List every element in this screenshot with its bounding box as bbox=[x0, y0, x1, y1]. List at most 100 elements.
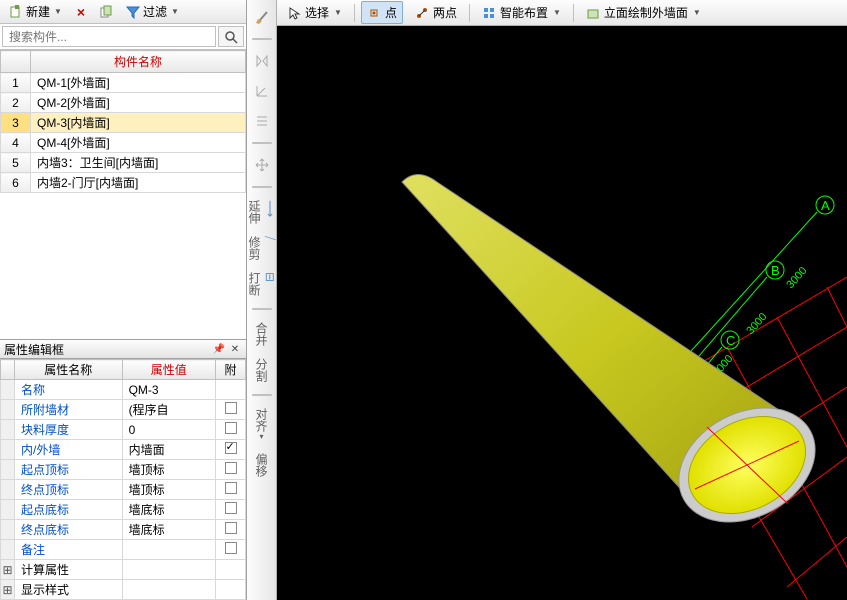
mirror-tool[interactable] bbox=[251, 50, 273, 72]
prop-name: 起点底标 bbox=[15, 500, 123, 520]
property-row[interactable]: 终点底标墙底标 bbox=[1, 520, 246, 540]
break-tool[interactable]: ⊟打断 bbox=[246, 270, 277, 298]
row-index: 1 bbox=[1, 73, 31, 93]
twopoint-icon bbox=[415, 6, 429, 20]
row-name: QM-2[外墙面] bbox=[31, 93, 246, 113]
property-row[interactable]: 块料厚度0 bbox=[1, 420, 246, 440]
col-name[interactable]: 构件名称 bbox=[31, 51, 246, 73]
pin-icon[interactable]: 📌 bbox=[212, 342, 226, 356]
checkbox[interactable] bbox=[225, 442, 237, 454]
property-group[interactable]: ⊞计算属性 bbox=[1, 560, 246, 580]
search-input[interactable] bbox=[2, 26, 216, 47]
copy-button[interactable] bbox=[95, 2, 119, 22]
twopoint-button[interactable]: 两点 bbox=[409, 1, 463, 24]
merge-tool[interactable]: 合并 bbox=[253, 320, 270, 348]
prop-check bbox=[216, 520, 246, 540]
search-button[interactable] bbox=[218, 26, 244, 47]
prop-value[interactable]: 0 bbox=[122, 420, 215, 440]
new-button[interactable]: 新建 ▼ bbox=[4, 0, 67, 23]
separator bbox=[354, 4, 355, 22]
extend-tool[interactable]: ⟶延伸 bbox=[246, 198, 277, 226]
elevation-draw-button[interactable]: 立面绘制外墙面 ▼ bbox=[580, 1, 707, 24]
offset-tool[interactable]: 偏移 bbox=[253, 451, 270, 479]
separator bbox=[252, 308, 272, 310]
filter-button[interactable]: 过滤 ▼ bbox=[121, 0, 184, 23]
property-group[interactable]: ⊞显示样式 bbox=[1, 580, 246, 600]
3d-viewport[interactable]: A B C E 3000 3000 2000 bbox=[277, 26, 847, 600]
prop-value[interactable]: 墙底标 bbox=[122, 500, 215, 520]
checkbox[interactable] bbox=[225, 542, 237, 554]
angle-tool[interactable] bbox=[251, 80, 273, 102]
property-row[interactable]: 起点顶标墙顶标 bbox=[1, 460, 246, 480]
smart-layout-button[interactable]: 智能布置 ▼ bbox=[476, 1, 567, 24]
prop-check bbox=[216, 480, 246, 500]
delete-button[interactable]: × bbox=[69, 2, 93, 22]
expand-toggle[interactable]: ⊞ bbox=[1, 560, 15, 580]
expand-cell bbox=[1, 420, 15, 440]
close-icon[interactable]: ✕ bbox=[228, 342, 242, 356]
component-row[interactable]: 3QM-3[内墙面] bbox=[1, 113, 246, 133]
property-row[interactable]: 备注 bbox=[1, 540, 246, 560]
checkbox[interactable] bbox=[225, 462, 237, 474]
select-label: 选择 bbox=[305, 4, 329, 21]
row-name: QM-3[内墙面] bbox=[31, 113, 246, 133]
prop-value[interactable]: 内墙面 bbox=[122, 440, 215, 460]
prop-value[interactable] bbox=[122, 540, 215, 560]
prop-name: 终点顶标 bbox=[15, 480, 123, 500]
component-row[interactable]: 4QM-4[外墙面] bbox=[1, 133, 246, 153]
prop-value[interactable]: 墙顶标 bbox=[122, 460, 215, 480]
col-prop-extra[interactable]: 附 bbox=[216, 360, 246, 380]
component-row[interactable]: 5内墙3：卫生间[内墙面] bbox=[1, 153, 246, 173]
group-name: 显示样式 bbox=[15, 580, 123, 600]
property-row[interactable]: 所附墙材(程序自 bbox=[1, 400, 246, 420]
checkbox[interactable] bbox=[225, 522, 237, 534]
select-button[interactable]: 选择 ▼ bbox=[281, 1, 348, 24]
move-tool[interactable] bbox=[251, 154, 273, 176]
component-row[interactable]: 6内墙2-门厅[内墙面] bbox=[1, 173, 246, 193]
prop-name: 备注 bbox=[15, 540, 123, 560]
filter-label: 过滤 bbox=[143, 3, 167, 20]
brush-tool[interactable] bbox=[251, 6, 273, 28]
checkbox[interactable] bbox=[225, 402, 237, 414]
expand-toggle[interactable]: ⊞ bbox=[1, 580, 15, 600]
smart-label: 智能布置 bbox=[500, 4, 548, 21]
parallel-tool[interactable] bbox=[251, 110, 273, 132]
prop-check bbox=[216, 440, 246, 460]
prop-check bbox=[216, 420, 246, 440]
vertical-toolbar: ⟶延伸 ⧸修剪 ⊟打断 合并 分割 对齐▾ 偏移 bbox=[247, 0, 277, 600]
checkbox[interactable] bbox=[225, 422, 237, 434]
col-index[interactable] bbox=[1, 51, 31, 73]
prop-value[interactable]: 墙顶标 bbox=[122, 480, 215, 500]
row-name: QM-4[外墙面] bbox=[31, 133, 246, 153]
dropdown-icon: ▼ bbox=[693, 8, 701, 17]
component-row[interactable]: 2QM-2[外墙面] bbox=[1, 93, 246, 113]
svg-text:A: A bbox=[821, 198, 830, 213]
prop-value[interactable]: (程序自 bbox=[122, 400, 215, 420]
checkbox[interactable] bbox=[225, 502, 237, 514]
expand-cell bbox=[1, 520, 15, 540]
prop-name: 所附墙材 bbox=[15, 400, 123, 420]
component-row[interactable]: 1QM-1[外墙面] bbox=[1, 73, 246, 93]
separator bbox=[252, 394, 272, 396]
delete-icon: × bbox=[74, 5, 88, 19]
component-table: 构件名称 1QM-1[外墙面]2QM-2[外墙面]3QM-3[内墙面]4QM-4… bbox=[0, 50, 246, 193]
property-row[interactable]: 终点顶标墙顶标 bbox=[1, 480, 246, 500]
align-tool[interactable]: 对齐▾ bbox=[253, 406, 270, 443]
point-button[interactable]: 点 bbox=[361, 1, 403, 24]
cylinder-model[interactable] bbox=[402, 175, 835, 545]
split-tool[interactable]: 分割 bbox=[253, 356, 270, 384]
property-row[interactable]: 内/外墙内墙面 bbox=[1, 440, 246, 460]
prop-value[interactable]: 墙底标 bbox=[122, 520, 215, 540]
row-index: 6 bbox=[1, 173, 31, 193]
property-row[interactable]: 起点底标墙底标 bbox=[1, 500, 246, 520]
elevation-label: 立面绘制外墙面 bbox=[604, 4, 688, 21]
col-prop-value[interactable]: 属性值 bbox=[122, 360, 215, 380]
prop-check bbox=[216, 400, 246, 420]
prop-value[interactable]: QM-3 bbox=[122, 380, 215, 400]
col-expand bbox=[1, 360, 15, 380]
prop-check bbox=[216, 380, 246, 400]
trim-tool[interactable]: ⧸修剪 bbox=[246, 234, 277, 262]
checkbox[interactable] bbox=[225, 482, 237, 494]
property-row[interactable]: 名称QM-3 bbox=[1, 380, 246, 400]
col-prop-name[interactable]: 属性名称 bbox=[15, 360, 123, 380]
